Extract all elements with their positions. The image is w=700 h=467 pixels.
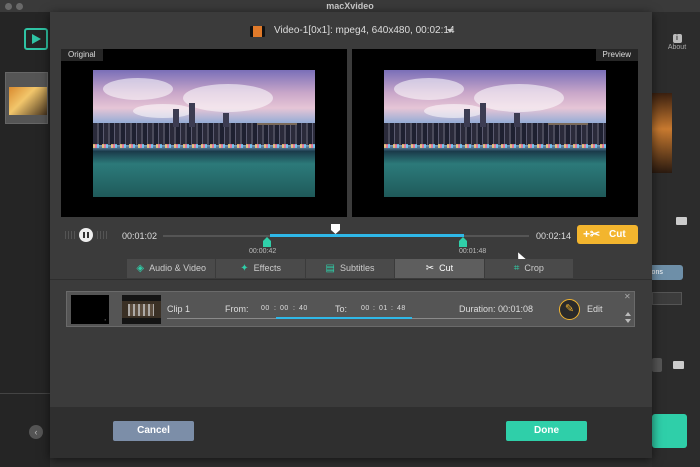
- edit-pencil-icon[interactable]: ✎: [559, 299, 580, 320]
- start-marker-handle[interactable]: [263, 237, 271, 247]
- tab-label: Audio & Video: [149, 263, 206, 273]
- minimize-window-button[interactable]: [16, 3, 23, 10]
- tab-label: Subtitles: [339, 263, 375, 273]
- divider: [50, 279, 652, 280]
- tab-label: Crop: [524, 263, 544, 273]
- info-icon: i: [672, 34, 682, 43]
- effects-wand-icon: ✦: [240, 263, 249, 274]
- edit-dialog: Video-1[0x1]: mpeg4, 640x480, 00:02:14 O…: [50, 12, 652, 458]
- chevron-up-icon[interactable]: [625, 312, 631, 316]
- grip-icon: [97, 231, 107, 239]
- from-minutes-field[interactable]: 00: [280, 305, 289, 312]
- clip-row[interactable]: ▪ Clip 1 From: 00 : 00 : 40 To: 00 : 01 …: [66, 291, 635, 327]
- dialog-footer: Cancel Done: [50, 407, 652, 458]
- cut-button-label: Cut: [609, 229, 626, 240]
- cancel-button[interactable]: Cancel: [113, 421, 194, 441]
- cut-button[interactable]: +✂ Cut: [577, 225, 638, 244]
- done-button[interactable]: Done: [506, 421, 587, 441]
- pause-button[interactable]: [79, 228, 93, 242]
- stepper-icon[interactable]: [652, 358, 662, 372]
- back-arrow-icon[interactable]: ‹: [29, 425, 43, 439]
- current-time: 00:01:02: [122, 231, 158, 241]
- video-thumbnail: [9, 87, 47, 115]
- about-button[interactable]: i About: [660, 34, 694, 51]
- original-label: Original: [61, 49, 103, 61]
- clip-end-thumbnail: [122, 295, 161, 324]
- tab-audio-video[interactable]: ◈ Audio & Video: [127, 259, 216, 278]
- edit-tabs: ◈ Audio & Video ✦ Effects ▤ Subtitles ✂ Cut …: [127, 259, 574, 278]
- from-seconds-field[interactable]: 40: [299, 305, 308, 312]
- original-pane: Original: [61, 49, 347, 217]
- chevron-down-icon[interactable]: [625, 319, 631, 323]
- end-marker-time: 00:01:48: [459, 248, 487, 255]
- tab-label: Cut: [439, 263, 454, 273]
- video-file-icon: [250, 26, 265, 37]
- divider: [0, 393, 50, 394]
- tab-cut[interactable]: ✂ Cut: [395, 259, 484, 278]
- to-hours-field[interactable]: 00: [361, 305, 370, 312]
- app-logo-icon: [24, 28, 48, 50]
- to-label: To:: [335, 304, 348, 314]
- from-hours-field[interactable]: 00: [261, 305, 270, 312]
- close-icon[interactable]: ✕: [624, 292, 631, 301]
- source-selector[interactable]: Video-1[0x1]: mpeg4, 640x480, 00:02:14: [50, 12, 652, 48]
- background-video-preview: [652, 93, 672, 173]
- format-select[interactable]: [652, 292, 682, 305]
- preview-pane: Preview: [352, 49, 638, 217]
- run-button[interactable]: [652, 414, 687, 448]
- time-separator: :: [274, 305, 277, 312]
- from-label: From:: [225, 304, 249, 314]
- end-marker-handle[interactable]: [459, 237, 467, 247]
- clip-duration: Duration: 00:01:08: [459, 304, 534, 314]
- clip-name: Clip 1: [167, 304, 191, 314]
- tab-crop[interactable]: ⌗ Crop: [484, 259, 574, 278]
- close-window-button[interactable]: [5, 3, 12, 10]
- output-folder-icon[interactable]: [673, 361, 684, 369]
- window-title: macXvideo: [0, 0, 700, 12]
- chevron-down-icon[interactable]: [447, 29, 453, 33]
- scissors-icon: ✂: [425, 263, 435, 274]
- add-scissors-icon: +✂: [583, 227, 601, 241]
- clip-start-thumbnail: ▪: [71, 295, 109, 324]
- audio-video-icon: ◈: [136, 263, 145, 274]
- tab-subtitles[interactable]: ▤ Subtitles: [305, 259, 395, 278]
- right-panel: [652, 12, 700, 467]
- to-minutes-field[interactable]: 01: [379, 305, 388, 312]
- to-seconds-field[interactable]: 48: [397, 305, 406, 312]
- original-video-frame: [93, 70, 315, 197]
- grip-icon: [65, 231, 75, 239]
- crop-icon: ⌗: [513, 263, 520, 274]
- start-marker-time: 00:00:42: [249, 248, 277, 255]
- folder-icon[interactable]: [676, 217, 687, 225]
- preview-label: Preview: [595, 49, 638, 61]
- subtitles-icon: ▤: [325, 263, 335, 274]
- time-separator: :: [293, 305, 296, 312]
- video-list-item[interactable]: [5, 72, 48, 124]
- about-label: About: [667, 44, 687, 51]
- timeline-selection: [270, 234, 464, 237]
- clip-range-selection: [276, 317, 412, 319]
- time-separator: :: [373, 305, 376, 312]
- time-separator: :: [391, 305, 394, 312]
- source-info: Video-1[0x1]: mpeg4, 640x480, 00:02:14: [274, 25, 455, 36]
- tab-label: Effects: [253, 263, 281, 273]
- playhead-handle[interactable]: [331, 224, 340, 234]
- total-time: 00:02:14: [536, 231, 572, 241]
- preview-video-frame: [384, 70, 606, 197]
- tab-effects[interactable]: ✦ Effects: [216, 259, 305, 278]
- edit-label[interactable]: Edit: [587, 304, 603, 314]
